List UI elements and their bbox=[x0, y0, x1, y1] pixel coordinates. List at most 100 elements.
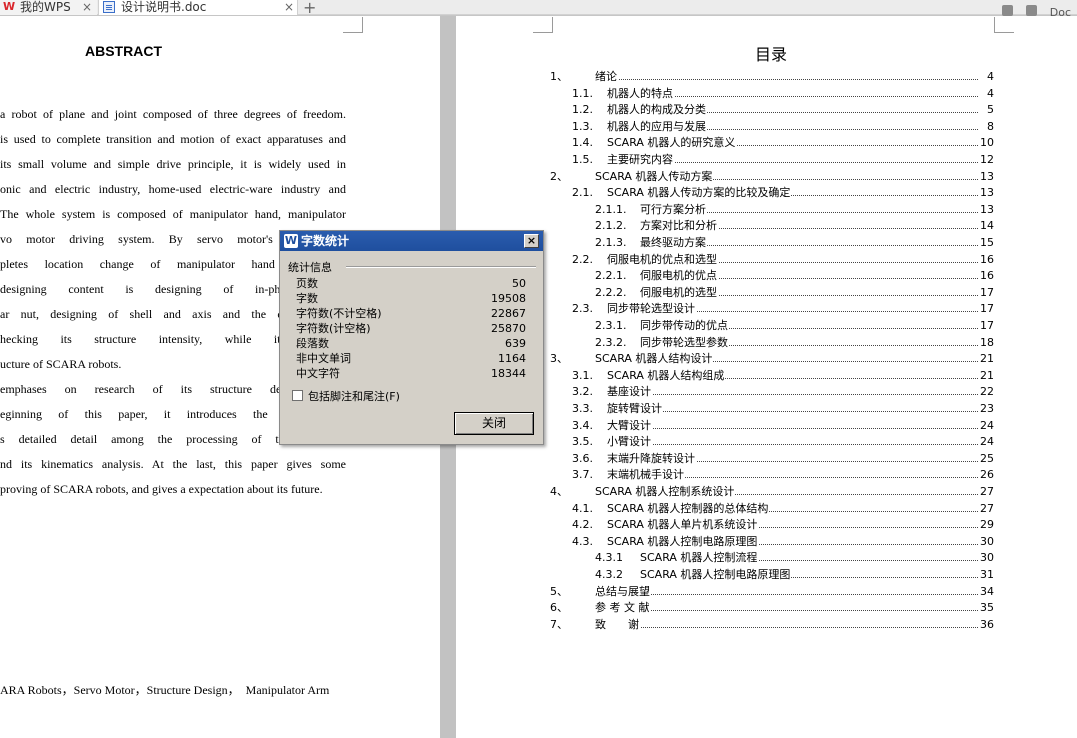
toc-entry[interactable]: 1.2. 机器人的构成及分类 5 bbox=[550, 102, 994, 119]
toc-entry[interactable]: 2.1.1. 可行方案分析 13 bbox=[550, 201, 994, 218]
toc-entry-number: 3.5. bbox=[572, 435, 593, 449]
toc-entry[interactable]: 4.3. SCARA 机器人控制电路原理图 30 bbox=[550, 533, 994, 550]
toc-entry-page: 13 bbox=[979, 201, 994, 218]
toc-entry-number: 3.2. bbox=[572, 385, 593, 399]
toc-entry[interactable]: 6、 参 考 文 献 35 bbox=[550, 600, 994, 617]
toc-entry-text: 大臂设计 bbox=[607, 417, 652, 434]
toc-entry[interactable]: 3.3. 旋转臂设计 23 bbox=[550, 401, 994, 417]
toc-entry-number: 4.1. bbox=[572, 501, 593, 515]
toc-entry-number: 3、 bbox=[550, 352, 568, 366]
abstract-keywords: ARA Robots，Servo Motor，Structure Design，… bbox=[0, 683, 330, 697]
toc-entry-number: 5、 bbox=[550, 584, 568, 598]
toc-entry-text: 机器人的构成及分类 bbox=[607, 102, 707, 119]
stat-row: 字符数(不计空格) 22867 bbox=[296, 306, 526, 321]
share-icon[interactable] bbox=[1025, 5, 1037, 16]
include-footnotes-checkbox[interactable] bbox=[292, 390, 303, 401]
toc-entry-number: 2.2.2. bbox=[595, 285, 627, 299]
toc-entry-number: 1、 bbox=[550, 70, 568, 83]
toc-entry[interactable]: 2.2. 伺服电机的优点和选型 16 bbox=[550, 251, 994, 268]
toc-entry-text: 末端机械手设计 bbox=[607, 467, 685, 484]
toc-entry-number: 7、 bbox=[550, 617, 568, 631]
toc-leader-dots bbox=[607, 394, 986, 396]
toc-entry-text: 伺服电机的优点和选型 bbox=[607, 251, 718, 268]
toc-entry-text: 主要研究内容 bbox=[607, 152, 674, 168]
toc-leader-dots bbox=[595, 593, 986, 595]
toc-entry[interactable]: 1.1. 机器人的特点 4 bbox=[550, 85, 994, 102]
toc-entry-text: SCARA 机器人控制电路原理图 bbox=[640, 567, 792, 583]
toc-entry-number: 3.4. bbox=[572, 418, 593, 432]
toc-leader-dots bbox=[607, 427, 986, 429]
toc-entry[interactable]: 5、 总结与展望 34 bbox=[550, 583, 994, 600]
toc-entry-number: 4.2. bbox=[572, 518, 593, 532]
toc-entry-page: 35 bbox=[979, 600, 994, 617]
toc-entry[interactable]: 2、 SCARA 机器人传动方案 13 bbox=[550, 168, 994, 185]
toc-entry-page: 17 bbox=[979, 284, 994, 301]
toc-entry[interactable]: 2.1.3. 最终驱动方案 15 bbox=[550, 235, 994, 251]
include-footnotes-label[interactable]: 包括脚注和尾注(F) bbox=[308, 388, 400, 404]
dialog-close-icon[interactable]: × bbox=[524, 234, 539, 248]
tab-my-wps[interactable]: W 我的WPS × bbox=[0, 0, 97, 15]
stat-row: 中文字符 18344 bbox=[296, 366, 526, 381]
toc-entry-number: 2.2. bbox=[572, 252, 593, 266]
close-button[interactable]: 关闭 bbox=[454, 412, 534, 435]
toc-entry-page: 22 bbox=[979, 384, 994, 401]
toc-entry-text: SCARA 机器人传动方案 bbox=[595, 168, 714, 185]
new-tab-plus-icon[interactable]: + bbox=[303, 0, 316, 17]
toc-entry-number: 2.3.1. bbox=[595, 319, 627, 332]
toc-entry-text: 伺服电机的优点 bbox=[640, 268, 718, 285]
toc-entry[interactable]: 3.5. 小臂设计 24 bbox=[550, 434, 994, 451]
toc-entry[interactable]: 3.6. 末端升降旋转设计 25 bbox=[550, 450, 994, 467]
toc-entry[interactable]: 3.4. 大臂设计 24 bbox=[550, 417, 994, 434]
toc-entry-text: SCARA 机器人控制器的总体结构 bbox=[607, 500, 770, 517]
wps-logo-icon: W bbox=[3, 0, 16, 13]
toc-entry[interactable]: 4.1. SCARA 机器人控制器的总体结构 27 bbox=[550, 500, 994, 517]
toc-entry-page: 5 bbox=[979, 102, 994, 119]
toc-entry-text: 小臂设计 bbox=[607, 434, 652, 451]
tab-document[interactable]: 设计说明书.doc × bbox=[98, 0, 298, 15]
stat-label: 段落数 bbox=[296, 337, 329, 350]
toc-entry[interactable]: 2.2.2. 伺服电机的选型 17 bbox=[550, 284, 994, 301]
toc-entry-page: 18 bbox=[979, 334, 994, 351]
tab-close-icon[interactable]: × bbox=[82, 0, 92, 14]
abstract-title: ABSTRACT bbox=[85, 43, 162, 59]
toc-entry-page: 17 bbox=[979, 301, 994, 318]
toc-entry[interactable]: 3、 SCARA 机器人结构设计 21 bbox=[550, 351, 994, 368]
toc-entry-text: 方案对比和分析 bbox=[640, 218, 718, 235]
toc-entry[interactable]: 1、 绪论 4 bbox=[550, 69, 994, 85]
toc-entry[interactable]: 1.3. 机器人的应用与发展 8 bbox=[550, 118, 994, 135]
toc-entry-page: 27 bbox=[979, 484, 994, 500]
toc-entry[interactable]: 2.1.2. 方案对比和分析 14 bbox=[550, 218, 994, 235]
toc-entry[interactable]: 3.1. SCARA 机器人结构组成 21 bbox=[550, 367, 994, 384]
toc-entry[interactable]: 2.2.1. 伺服电机的优点 16 bbox=[550, 268, 994, 285]
toc-entry-number: 2.3. bbox=[572, 302, 593, 316]
toc-entry[interactable]: 4、 SCARA 机器人控制系统设计 27 bbox=[550, 484, 994, 500]
toc-entry[interactable]: 3.7. 末端机械手设计 26 bbox=[550, 467, 994, 484]
toc-entry[interactable]: 2.3.1. 同步带传动的优点 17 bbox=[550, 318, 994, 334]
toc-entry[interactable]: 1.5. 主要研究内容 12 bbox=[550, 152, 994, 168]
toc-entry[interactable]: 2.1. SCARA 机器人传动方案的比较及确定 13 bbox=[550, 185, 994, 202]
toc-entry-text: 绪论 bbox=[595, 69, 618, 85]
tab-close-icon[interactable]: × bbox=[284, 0, 294, 14]
toc-entry-text: 最终驱动方案 bbox=[640, 235, 707, 251]
toc-leader-dots bbox=[607, 444, 986, 446]
toc-entry[interactable]: 2.3. 同步带轮选型设计 17 bbox=[550, 301, 994, 318]
stat-label: 页数 bbox=[296, 277, 318, 290]
dialog-titlebar[interactable]: W 字数统计 × bbox=[280, 231, 543, 251]
toc-entry-page: 31 bbox=[979, 567, 994, 583]
toc-entry[interactable]: 7、 致 谢 36 bbox=[550, 616, 994, 633]
toc-entry-page: 15 bbox=[979, 235, 994, 251]
toc-entry[interactable]: 4.3.2 SCARA 机器人控制电路原理图 31 bbox=[550, 567, 994, 583]
wps-window: W 我的WPS × 设计说明书.doc × + Doc ABSTRACT a r… bbox=[0, 0, 1077, 738]
toc-entry-page: 16 bbox=[979, 251, 994, 268]
toc-entry[interactable]: 1.4. SCARA 机器人的研究意义 10 bbox=[550, 135, 994, 152]
toc-entry[interactable]: 4.2. SCARA 机器人单片机系统设计 29 bbox=[550, 517, 994, 534]
toc-entry-page: 4 bbox=[979, 69, 994, 85]
toc-entry-page: 24 bbox=[979, 417, 994, 434]
stat-value: 18344 bbox=[491, 367, 526, 380]
toc-entry[interactable]: 4.3.1 SCARA 机器人控制流程 30 bbox=[550, 550, 994, 567]
tab-my-wps-label: 我的WPS bbox=[20, 0, 71, 14]
window-icon[interactable] bbox=[1001, 5, 1013, 16]
stat-label: 字符数(计空格) bbox=[296, 322, 371, 335]
toc-entry[interactable]: 3.2. 基座设计 22 bbox=[550, 384, 994, 401]
toc-entry[interactable]: 2.3.2. 同步带轮选型参数 18 bbox=[550, 334, 994, 351]
